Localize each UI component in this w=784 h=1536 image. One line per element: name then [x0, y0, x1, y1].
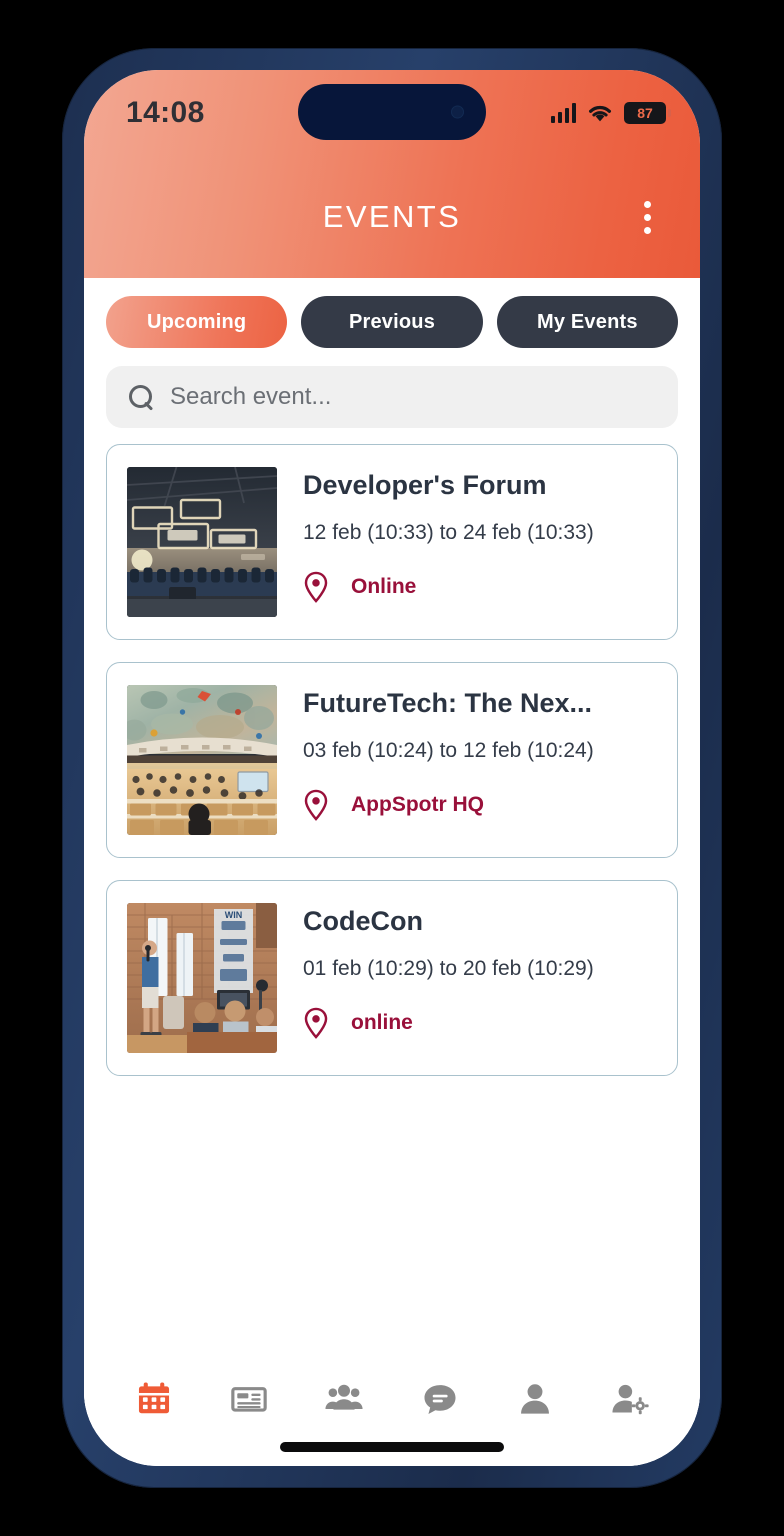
event-location: online — [303, 1007, 657, 1039]
app-bar: EVENTS — [84, 156, 700, 278]
event-info: FutureTech: The Nex... 03 feb (10:24) to… — [303, 685, 657, 835]
nav-item-account-settings[interactable] — [602, 1376, 658, 1422]
battery-level-label: 87 — [637, 105, 653, 121]
newspaper-icon — [231, 1387, 267, 1412]
status-bar-clock: 14:08 — [126, 96, 205, 129]
event-card[interactable]: WIN CodeCon 01 feb (10:29) to 20 feb (10… — [106, 880, 678, 1076]
nav-item-calendar[interactable] — [126, 1376, 182, 1422]
event-title: Developer's Forum — [303, 471, 547, 500]
event-thumbnail-assembly-hall — [127, 685, 277, 835]
event-card[interactable]: Developer's Forum 12 feb (10:33) to 24 f… — [106, 444, 678, 640]
event-title: FutureTech: The Nex... — [303, 689, 593, 718]
svg-text:WIN: WIN — [225, 910, 243, 920]
home-indicator[interactable] — [280, 1442, 504, 1452]
event-list: Developer's Forum 12 feb (10:33) to 24 f… — [84, 428, 700, 1076]
nav-item-news[interactable] — [221, 1376, 277, 1422]
people-group-icon — [325, 1384, 363, 1410]
map-pin-icon — [304, 571, 328, 603]
kebab-menu-icon[interactable] — [630, 195, 664, 239]
calendar-icon — [138, 1382, 169, 1414]
screenshot-stage: 14:08 87 EVENTS Upcoming Previous My Eve… — [0, 0, 784, 1536]
tab-my-events[interactable]: My Events — [496, 296, 678, 348]
person-settings-icon — [612, 1384, 649, 1415]
event-card[interactable]: FutureTech: The Nex... 03 feb (10:24) to… — [106, 662, 678, 858]
phone-frame: 14:08 87 EVENTS Upcoming Previous My Eve… — [62, 48, 722, 1488]
search-input[interactable]: Search event... — [106, 366, 678, 428]
tab-previous[interactable]: Previous — [301, 296, 483, 348]
event-location-label: Online — [351, 574, 417, 598]
event-location-label: online — [351, 1010, 413, 1034]
event-location-label: AppSpotr HQ — [351, 792, 484, 816]
event-title: CodeCon — [303, 907, 423, 936]
status-bar: 14:08 87 — [84, 70, 700, 156]
event-info: Developer's Forum 12 feb (10:33) to 24 f… — [303, 467, 657, 617]
main-content: Upcoming Previous My Events Search event… — [84, 278, 700, 1466]
event-dates: 01 feb (10:29) to 20 feb (10:29) — [303, 956, 594, 980]
nav-item-groups[interactable] — [316, 1376, 372, 1422]
search-placeholder: Search event... — [170, 383, 332, 410]
tab-upcoming[interactable]: Upcoming — [106, 296, 288, 348]
map-pin-icon — [304, 789, 328, 821]
phone-screen: 14:08 87 EVENTS Upcoming Previous My Eve… — [84, 70, 700, 1466]
nav-item-profile[interactable] — [507, 1376, 563, 1422]
event-location: Online — [303, 571, 657, 603]
dynamic-island — [298, 84, 486, 140]
battery-icon: 87 — [624, 102, 671, 124]
tab-bar: Upcoming Previous My Events — [84, 278, 700, 348]
front-camera-icon — [451, 105, 464, 119]
event-dates: 12 feb (10:33) to 24 feb (10:33) — [303, 520, 594, 544]
map-pin-icon — [304, 1007, 328, 1039]
chat-bubble-icon — [424, 1385, 456, 1415]
search-icon — [128, 384, 154, 410]
cellular-bars-icon — [550, 103, 576, 123]
event-dates: 03 feb (10:24) to 12 feb (10:24) — [303, 738, 594, 762]
event-info: CodeCon 01 feb (10:29) to 20 feb (10:29)… — [303, 903, 657, 1053]
page-title: EVENTS — [322, 199, 462, 234]
event-thumbnail-loft-talk: WIN — [127, 903, 277, 1053]
wifi-icon — [589, 106, 611, 122]
event-location: AppSpotr HQ — [303, 789, 657, 821]
event-thumbnail-conference-ballroom — [127, 467, 277, 617]
status-bar-indicators: 87 — [550, 102, 671, 124]
search-container: Search event... — [84, 348, 700, 428]
person-icon — [521, 1384, 549, 1414]
app-header: 14:08 87 EVENTS — [84, 70, 700, 278]
nav-item-chat[interactable] — [412, 1376, 468, 1422]
